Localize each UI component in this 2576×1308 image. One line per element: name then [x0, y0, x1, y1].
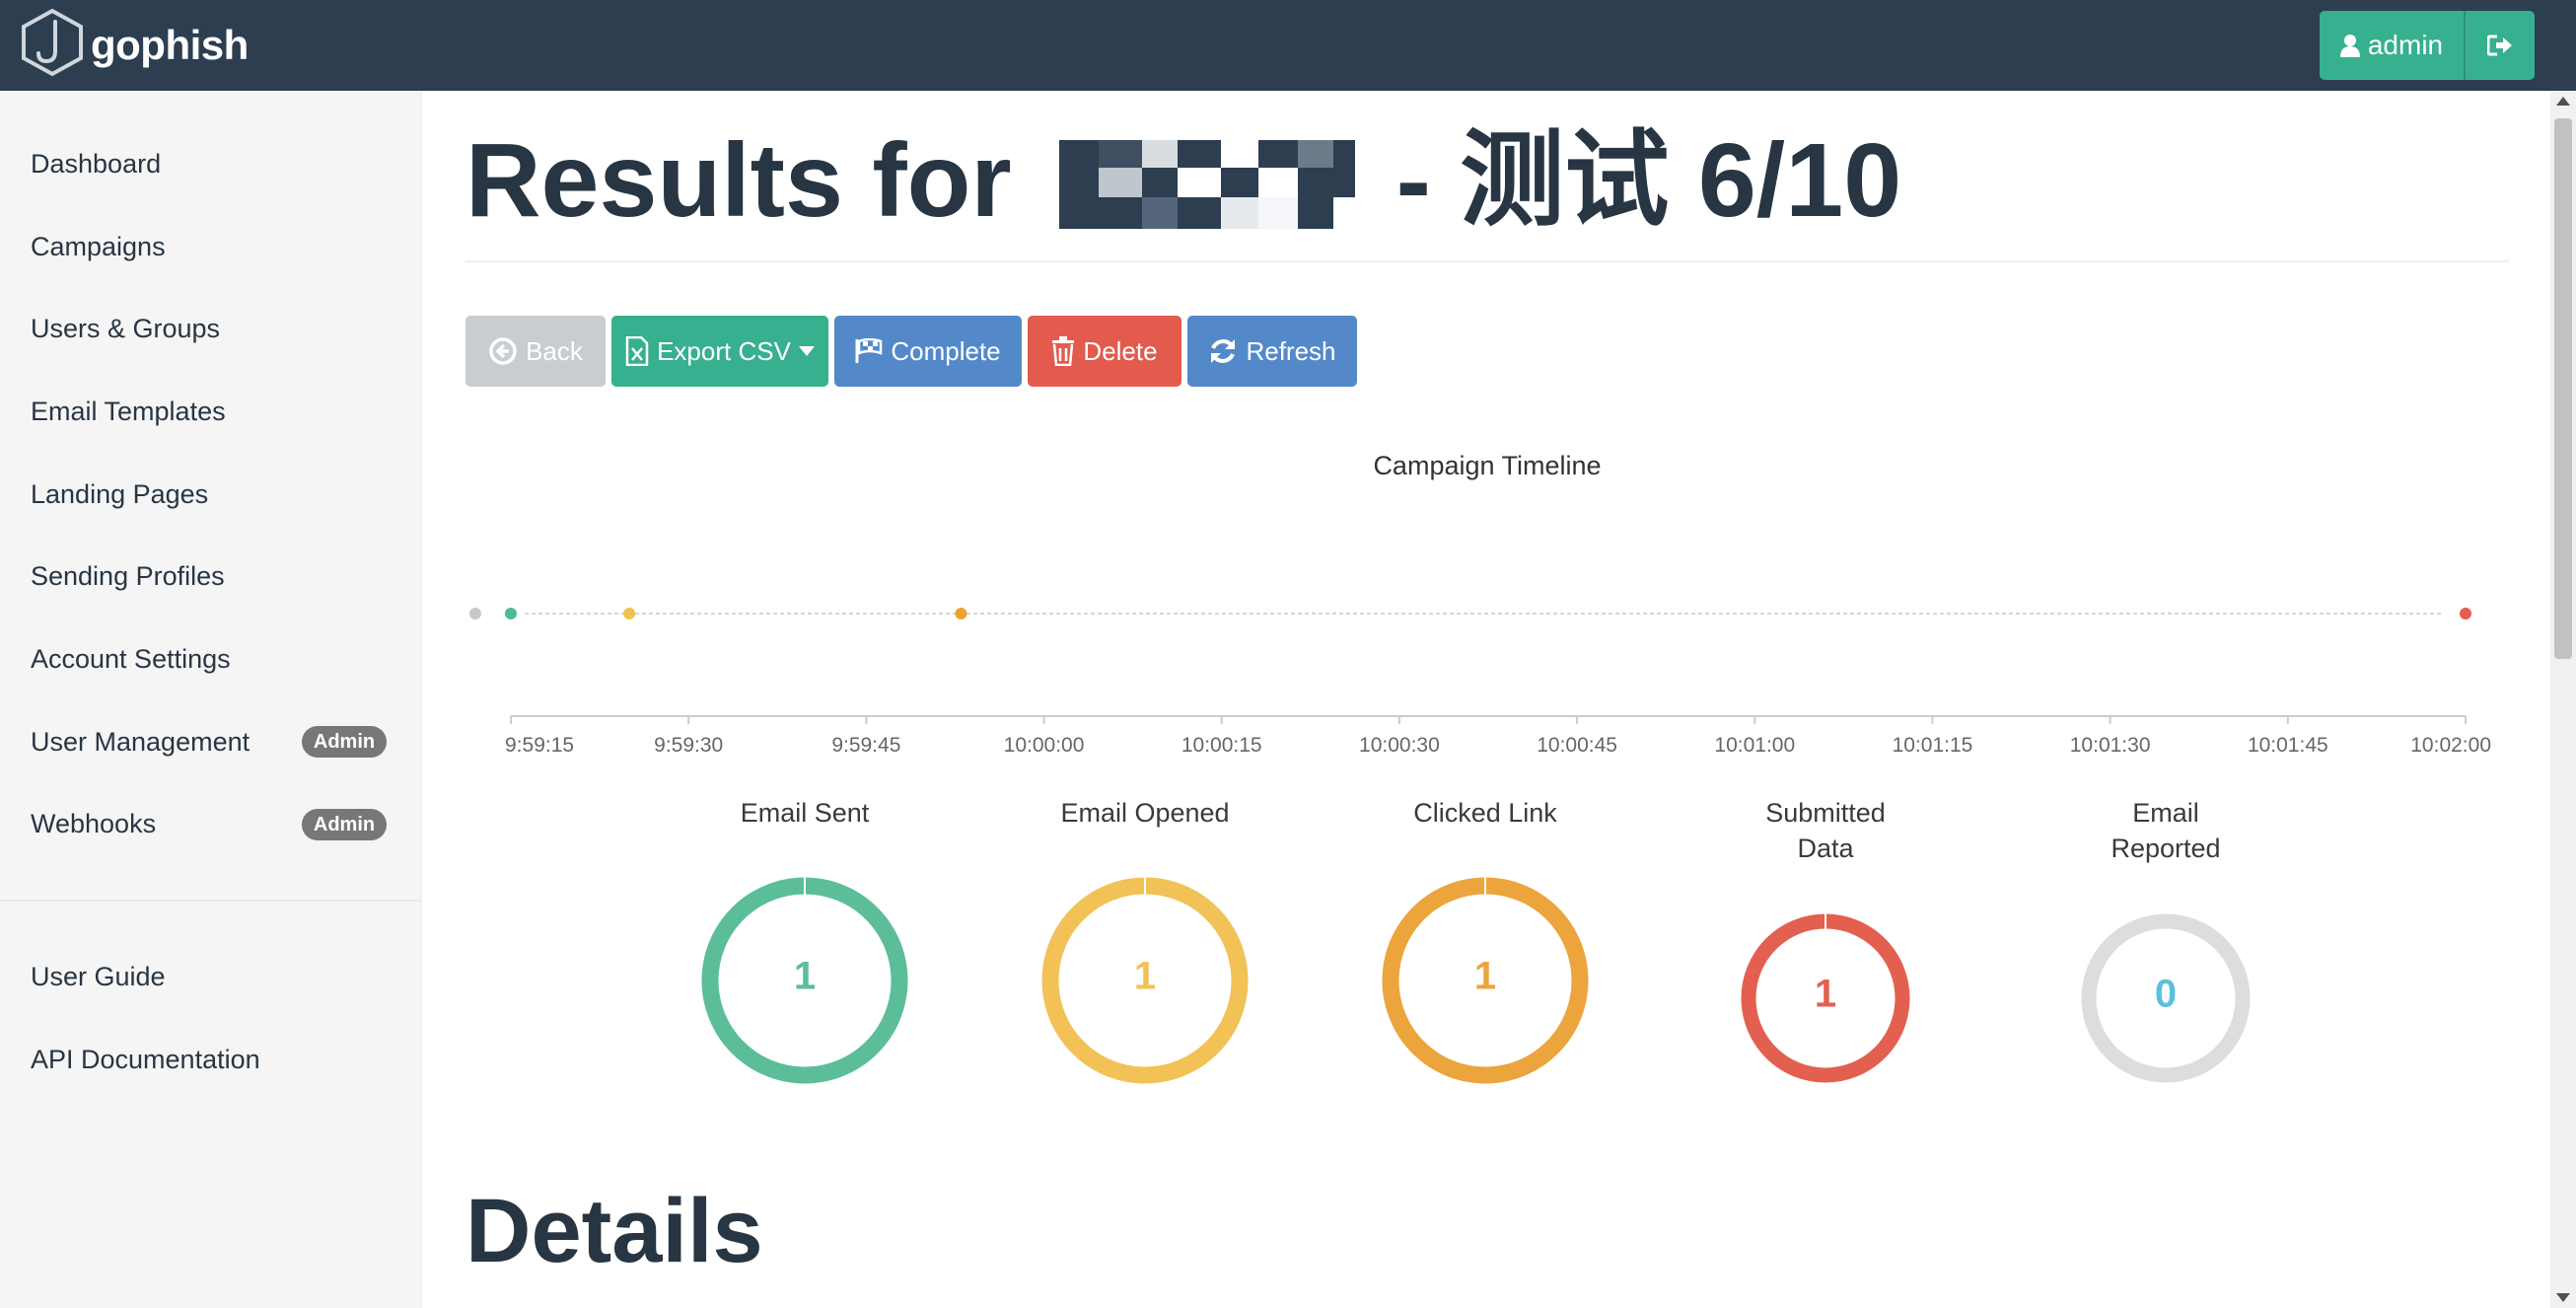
stat-value: 1 — [1474, 955, 1496, 998]
delete-button[interactable]: Delete — [1028, 316, 1181, 387]
scrollbar-thumb[interactable] — [2554, 118, 2572, 659]
stat-value: 1 — [1815, 973, 1836, 1016]
sidebar-item-account-settings[interactable]: Account Settings — [31, 639, 231, 679]
file-excel-icon — [625, 336, 649, 366]
timeline-tick-label: 10:00:45 — [1537, 734, 1617, 757]
admin-badge: Admin — [302, 726, 387, 758]
sidebar-item-users-groups[interactable]: Users & Groups — [31, 309, 220, 348]
back-button[interactable]: Back — [465, 316, 606, 387]
stat-label: Email Opened — [1060, 798, 1230, 828]
export-csv-button[interactable]: Export CSV — [611, 316, 828, 387]
back-label: Back — [526, 335, 583, 366]
stat-label: Email Sent — [740, 798, 870, 828]
timeline-event-point[interactable] — [623, 608, 636, 619]
timeline-tick-label: 9:59:30 — [654, 734, 723, 757]
sidebar-item-dashboard[interactable]: Dashboard — [31, 144, 161, 183]
timeline-tick-label: 10:01:30 — [2070, 734, 2151, 757]
sidebar-item-api-documentation[interactable]: API Documentation — [31, 1040, 260, 1079]
page-title-suffix: - 测试 6/10 — [1395, 122, 1902, 239]
complete-button[interactable]: Complete — [834, 316, 1022, 387]
page-title: Results for - 测试 6/10 — [465, 116, 1901, 245]
stat-label: Clicked Link — [1413, 798, 1557, 828]
admin-badge: Admin — [302, 809, 387, 840]
page-title-prefix: Results for — [465, 122, 1012, 239]
stat-value: 1 — [794, 955, 816, 998]
scroll-up-arrow-icon[interactable] — [2556, 97, 2570, 106]
delete-label: Delete — [1083, 335, 1158, 366]
timeline-tick-label: 10:00:15 — [1181, 734, 1262, 757]
redacted-campaign-name — [1058, 128, 1373, 233]
timeline-event-point[interactable] — [955, 608, 967, 619]
export-csv-label: Export CSV — [657, 335, 791, 366]
stat-donut-chart[interactable]: 0 — [2075, 908, 2256, 1089]
refresh-icon — [1211, 339, 1236, 363]
title-divider — [465, 260, 2509, 262]
arrow-circle-left-icon — [489, 337, 517, 365]
timeline-tick-label: 10:00:30 — [1359, 734, 1440, 757]
user-icon — [2339, 35, 2360, 57]
refresh-button[interactable]: Refresh — [1187, 316, 1357, 387]
complete-label: Complete — [891, 335, 1001, 366]
timeline-tick-label: 9:59:45 — [831, 734, 900, 757]
admin-user-button[interactable]: admin — [2320, 11, 2466, 80]
timeline-tick-label: 10:01:00 — [1714, 734, 1795, 757]
logout-button[interactable] — [2466, 11, 2535, 80]
stat-label: Submitted Data — [1765, 798, 1886, 863]
timeline-event-point[interactable] — [2460, 608, 2471, 619]
trash-icon — [1052, 336, 1075, 366]
sidebar-item-sending-profiles[interactable]: Sending Profiles — [31, 556, 225, 596]
sidebar: Dashboard Campaigns Users & Groups Email… — [0, 91, 422, 1308]
timeline-tick-label: 10:02:00 — [2410, 734, 2491, 757]
stat-donut-chart[interactable]: 1 — [696, 872, 913, 1089]
user-menu: admin — [2320, 11, 2535, 80]
refresh-label: Refresh — [1246, 335, 1336, 366]
stat-value: 0 — [2155, 973, 2177, 1016]
timeline-title: Campaign Timeline — [1373, 451, 1601, 480]
sidebar-item-webhooks[interactable]: Webhooks — [31, 804, 156, 843]
sidebar-item-campaigns[interactable]: Campaigns — [31, 227, 166, 266]
timeline-tick-label: 10:01:45 — [2248, 734, 2328, 757]
timeline-event-point[interactable] — [505, 608, 517, 619]
stat-value: 1 — [1134, 955, 1156, 998]
sign-out-icon — [2487, 35, 2512, 56]
sidebar-item-email-templates[interactable]: Email Templates — [31, 392, 226, 431]
timeline-tick-label: 10:00:00 — [1004, 734, 1085, 757]
stat-donut-chart[interactable]: 1 — [1377, 872, 1594, 1089]
timeline-ticks: 9:59:15 9:59:30 9:59:45 10:00:00 10:00:15 10:… — [505, 716, 2491, 757]
sidebar-divider — [0, 900, 422, 902]
scroll-down-arrow-icon[interactable] — [2556, 1293, 2570, 1302]
timeline-tick-label: 9:59:15 — [505, 734, 574, 757]
sidebar-item-user-guide[interactable]: User Guide — [31, 957, 166, 996]
timeline-tick-label: 10:01:15 — [1893, 734, 1973, 757]
gophish-logo-icon[interactable] — [20, 8, 85, 77]
stat-label: Email Reported — [2111, 798, 2221, 863]
details-heading: Details — [465, 1181, 763, 1281]
user-name: admin — [2367, 30, 2444, 60]
timeline-event-point[interactable] — [468, 608, 481, 619]
top-navbar: gophish admin — [0, 0, 2576, 91]
scrollbar[interactable] — [2550, 91, 2576, 1308]
sidebar-item-user-management[interactable]: User Management — [31, 722, 250, 762]
caret-down-icon — [798, 346, 815, 356]
flag-checkered-icon — [855, 338, 883, 363]
campaign-timeline-chart: Campaign Timeline 9:59:15 9:59:30 9:59:45 1… — [465, 442, 2509, 767]
sidebar-item-landing-pages[interactable]: Landing Pages — [31, 474, 208, 514]
brand-name[interactable]: gophish — [91, 12, 249, 79]
stat-donut-chart[interactable]: 1 — [1735, 908, 1916, 1089]
stat-donut-chart[interactable]: 1 — [1037, 872, 1253, 1089]
